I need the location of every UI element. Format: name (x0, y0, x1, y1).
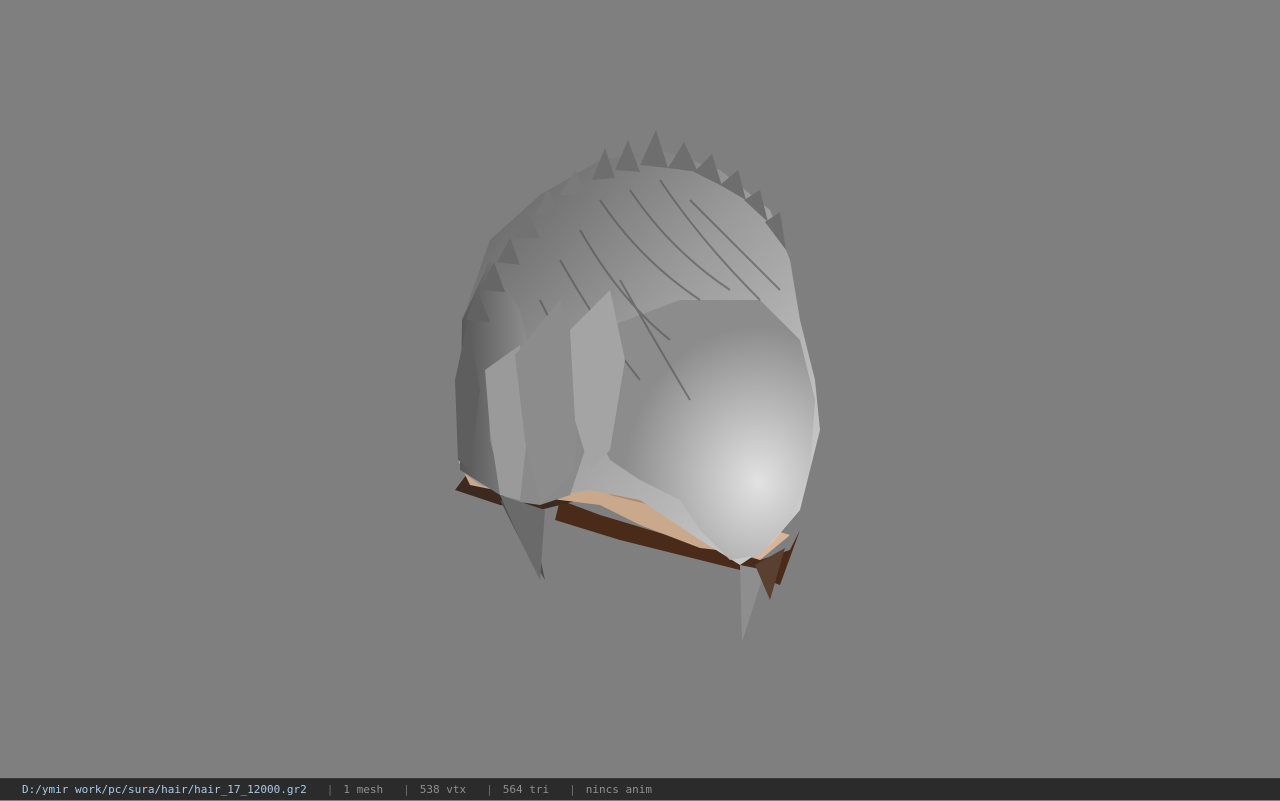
mesh-count: 1 mesh (343, 782, 384, 796)
separator: | (403, 782, 410, 796)
hair-mesh-model (455, 130, 820, 642)
animation-status: nincs anim (585, 782, 652, 796)
separator: | (326, 782, 334, 796)
3d-viewport[interactable] (0, 0, 1280, 778)
status-bar: D:/ymir work/pc/sura/hair/hair_17_12000.… (0, 778, 1280, 800)
triangle-count: 564 tri (502, 782, 550, 796)
vertex-count: 538 vtx (419, 782, 467, 796)
separator: | (486, 782, 493, 796)
separator: | (569, 782, 576, 796)
file-path: D:/ymir work/pc/sura/hair/hair_17_12000.… (22, 782, 307, 796)
